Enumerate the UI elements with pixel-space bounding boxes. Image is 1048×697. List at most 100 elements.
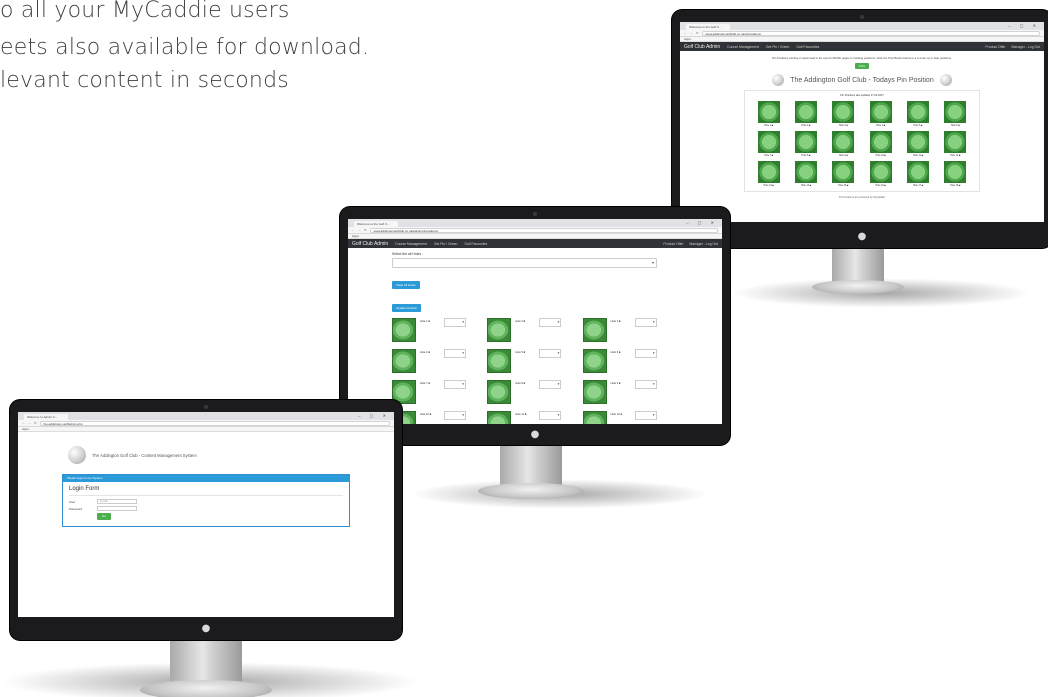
pin-label: Hole 7 ■ bbox=[764, 154, 774, 157]
position-select[interactable] bbox=[444, 349, 466, 358]
hole-row: Hole 2 ■ bbox=[487, 318, 576, 342]
hole-row: Hole 4 ■ bbox=[392, 349, 481, 373]
position-select[interactable] bbox=[539, 349, 562, 358]
navbar-brand[interactable]: Golf Club Admin bbox=[684, 44, 720, 50]
pin-cell: Hole 15 ■ bbox=[828, 161, 859, 187]
nav-item[interactable]: Course Management bbox=[727, 45, 759, 49]
promo-line-2: eets also available for download. bbox=[0, 35, 370, 60]
position-select[interactable] bbox=[444, 411, 466, 420]
password-input[interactable] bbox=[97, 506, 137, 511]
reload-icon[interactable]: ↻ bbox=[34, 421, 37, 425]
user-input[interactable]: E-mail bbox=[97, 499, 137, 504]
pin-label: Hole 9 ■ bbox=[838, 154, 848, 157]
hole-label: Hole 2 ■ bbox=[515, 320, 526, 323]
hole-label: Hole 3 ■ bbox=[610, 320, 621, 323]
marketing-stage: o all your MyCaddie users eets also avai… bbox=[0, 0, 1048, 697]
pin-cell: Hole 7 ■ bbox=[753, 131, 784, 157]
password-label: Password bbox=[69, 506, 83, 511]
select-holes-body: Select the all Holes : Clear All Holes U… bbox=[348, 248, 722, 424]
back-icon[interactable]: ← bbox=[22, 421, 25, 425]
pin-label: Hole 13 ■ bbox=[763, 184, 774, 187]
hole-label: Hole 7 ■ bbox=[420, 382, 430, 385]
nav-item[interactable]: Get Pin / Green bbox=[766, 45, 790, 49]
nav-item[interactable]: Golf Favourites bbox=[464, 242, 487, 246]
pin-cell: Hole 9 ■ bbox=[828, 131, 859, 157]
promo-line-3: levant content in seconds bbox=[0, 68, 289, 93]
window-controls[interactable]: – ▢ ✕ bbox=[686, 219, 722, 227]
pin-panel: Pin Positions last updated 17.02.2017 Ho… bbox=[744, 90, 980, 192]
nav-item[interactable]: Product Offer bbox=[985, 45, 1005, 49]
pin-info-text: Pin Positions printing 2 supervised in t… bbox=[772, 56, 952, 60]
position-select[interactable] bbox=[539, 380, 562, 389]
pin-label: Hole 14 ■ bbox=[800, 184, 812, 187]
clear-holes-button[interactable]: Clear All Holes bbox=[392, 281, 420, 289]
forward-icon[interactable]: → bbox=[28, 421, 31, 425]
hole-row: Hole 10 ■ bbox=[392, 411, 481, 424]
browser-tab[interactable]: Welcome to the Golf C... bbox=[354, 221, 398, 227]
holes-select[interactable] bbox=[392, 258, 657, 268]
pin-grid: Hole 1 ■ Hole 2 ■ Hole 3 ■ Hole 4 ■ Hole 5 ■… bbox=[753, 101, 971, 187]
pin-cell: Hole 4 ■ bbox=[865, 101, 896, 127]
nav-item[interactable]: Get Pin / Green bbox=[434, 242, 458, 246]
position-select[interactable] bbox=[539, 318, 562, 327]
pin-cell: Hole 18 ■ bbox=[940, 161, 971, 187]
reload-icon[interactable]: ↻ bbox=[696, 31, 699, 35]
green-thumbnail bbox=[582, 349, 607, 373]
page-title: The Addington Golf Club - Todays Pin Pos… bbox=[790, 76, 934, 84]
pin-label: Hole 8 ■ bbox=[801, 154, 811, 157]
pin-label: Hole 4 ■ bbox=[876, 124, 886, 127]
green-thumbnail bbox=[757, 131, 780, 153]
golf-ball-icon bbox=[939, 74, 952, 86]
pin-cell: Hole 8 ■ bbox=[790, 131, 821, 157]
screen-login: Welcome to Admin C... – ▢ ✕ ← → ↻ the-ad… bbox=[18, 412, 394, 617]
hole-label: Hole 5 ■ bbox=[515, 351, 526, 354]
print-button[interactable]: Print bbox=[855, 63, 869, 69]
nav-item[interactable]: Manager - Log Out bbox=[1012, 45, 1040, 49]
position-select[interactable] bbox=[634, 411, 657, 420]
green-thumbnail bbox=[794, 131, 817, 153]
update-position-button[interactable]: Update Position bbox=[392, 304, 422, 312]
position-select[interactable] bbox=[634, 318, 657, 327]
login-panel: Please login to our System Login Form Us… bbox=[62, 474, 350, 527]
pin-cell: Hole 6 ■ bbox=[940, 101, 971, 127]
url-field[interactable]: www.addingtongolfclub.co.uk/admin/pinpos… bbox=[369, 227, 718, 233]
nav-item[interactable]: Product Offer bbox=[663, 242, 683, 246]
hole-label: Hole 6 ■ bbox=[610, 351, 621, 354]
green-thumbnail bbox=[869, 101, 892, 123]
navbar-brand[interactable]: Golf Club Admin bbox=[352, 241, 388, 247]
green-thumbnail bbox=[582, 411, 607, 424]
pin-cell: Hole 2 ■ bbox=[790, 101, 821, 127]
screen-select-holes: Welcome to the Golf C... – ▢ ✕ ← → ↻ www… bbox=[348, 219, 722, 424]
nav-item[interactable]: Course Management bbox=[395, 242, 427, 246]
forward-icon[interactable]: → bbox=[690, 31, 693, 35]
nav-item[interactable]: Golf Favourites bbox=[796, 45, 819, 49]
pin-cell: Hole 17 ■ bbox=[902, 161, 933, 187]
golf-ball-icon bbox=[772, 74, 785, 86]
position-select[interactable] bbox=[634, 349, 657, 358]
nav-item[interactable]: Manager - Log Out bbox=[690, 242, 718, 246]
position-select[interactable] bbox=[539, 411, 562, 420]
url-field[interactable]: www.addingtongolfclub.co.uk/pinpositions bbox=[701, 30, 1040, 36]
browser-tab[interactable]: Welcome to the Golf C... bbox=[686, 24, 730, 30]
login-go-button[interactable]: Go bbox=[97, 513, 111, 520]
browser-tab[interactable]: Welcome to Admin C... bbox=[24, 414, 68, 420]
window-controls[interactable]: – ▢ ✕ bbox=[1008, 22, 1044, 30]
position-select[interactable] bbox=[444, 318, 466, 327]
back-icon[interactable]: ← bbox=[352, 228, 355, 232]
url-field[interactable]: the-addington-golf/admin.php bbox=[39, 420, 390, 426]
position-select[interactable] bbox=[634, 380, 657, 389]
hole-label: Hole 8 ■ bbox=[515, 382, 526, 385]
login-panel-heading: Please login to our System bbox=[63, 475, 349, 482]
forward-icon[interactable]: → bbox=[358, 228, 361, 232]
position-select[interactable] bbox=[444, 380, 466, 389]
hole-row: Hole 11 ■ bbox=[487, 411, 576, 424]
window-controls[interactable]: – ▢ ✕ bbox=[358, 412, 394, 420]
back-icon[interactable]: ← bbox=[684, 31, 687, 35]
reload-icon[interactable]: ↻ bbox=[364, 228, 367, 232]
green-thumbnail bbox=[582, 318, 607, 342]
pin-cell: Hole 11 ■ bbox=[902, 131, 933, 157]
green-thumbnail bbox=[487, 411, 512, 424]
pin-title-row: The Addington Golf Club - Todays Pin Pos… bbox=[680, 74, 1044, 86]
address-bar: ← → ↻ the-addington-golf/admin.php bbox=[18, 420, 394, 427]
green-thumbnail bbox=[832, 131, 855, 153]
